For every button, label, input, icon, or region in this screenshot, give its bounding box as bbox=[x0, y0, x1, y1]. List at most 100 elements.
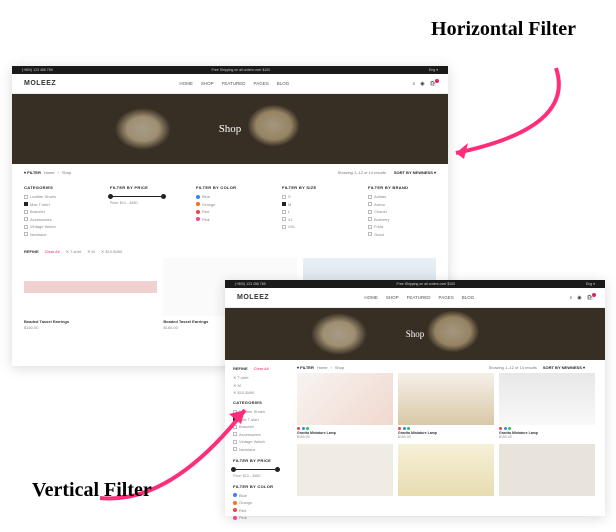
nav-shop[interactable]: SHOP bbox=[201, 81, 214, 86]
product-card[interactable]: Gravita Miniature Lamp $150.00 bbox=[499, 373, 595, 439]
promo-text: Free Shipping on all orders over $100 bbox=[397, 282, 456, 286]
nav-blog[interactable]: BLOG bbox=[462, 295, 475, 300]
navbar: MOLEEZ HOME SHOP FEATURED PAGES BLOG ⌕ ◉… bbox=[12, 74, 448, 94]
cat-item[interactable]: Accessories bbox=[24, 217, 92, 222]
filter-color: FILTER BY COLOR Blue Orange Red Pink bbox=[196, 185, 264, 239]
cat-item[interactable]: Leather Shoes bbox=[24, 194, 92, 199]
nav-blog[interactable]: BLOG bbox=[277, 81, 290, 86]
sort-dropdown[interactable]: SORT BY NEWNESS ▾ bbox=[394, 170, 436, 175]
product-image bbox=[499, 444, 595, 496]
refine-tag[interactable]: ✕ $10-$450 bbox=[101, 249, 122, 254]
brand-item[interactable]: Chanel bbox=[368, 209, 436, 214]
color-item[interactable]: Pink bbox=[196, 217, 264, 222]
user-icon[interactable]: ◉ bbox=[577, 295, 581, 301]
logo[interactable]: MOLEEZ bbox=[237, 294, 269, 301]
cat-item[interactable]: Vintage Watch bbox=[24, 224, 92, 229]
product-grid: Gravita Miniature Lamp $150.00 Gravita M… bbox=[297, 373, 595, 498]
nav-home[interactable]: HOME bbox=[364, 295, 378, 300]
product-card[interactable] bbox=[297, 444, 393, 498]
filter-toggle[interactable]: ▾ FILTER bbox=[24, 170, 41, 175]
lang-switch[interactable]: Eng ▾ bbox=[586, 282, 595, 286]
cat-item[interactable]: Necklace bbox=[24, 232, 92, 237]
label-horizontal-filter: Horizontal Filter bbox=[431, 18, 576, 41]
product-image bbox=[297, 373, 393, 425]
brand-item[interactable]: Adidas bbox=[368, 194, 436, 199]
crumb-home[interactable]: Home bbox=[44, 170, 55, 175]
nav-featured[interactable]: FEATURED bbox=[407, 295, 431, 300]
refine-label: REFINE bbox=[24, 249, 39, 254]
product-image bbox=[24, 258, 157, 316]
navbar: MOLEEZ HOME SHOP FEATURED PAGES BLOG ⌕ ◉… bbox=[225, 288, 605, 308]
search-icon[interactable]: ⌕ bbox=[412, 81, 415, 87]
clear-all[interactable]: Clear All bbox=[254, 366, 269, 371]
nav-links: HOME SHOP FEATURED PAGES BLOG bbox=[364, 295, 474, 300]
user-icon[interactable]: ◉ bbox=[420, 81, 424, 87]
size-item[interactable]: XL bbox=[282, 217, 350, 222]
price-slider[interactable] bbox=[110, 196, 164, 197]
filter-brand: FILTER BY BRAND Adidas Arena Chanel Burb… bbox=[368, 185, 436, 239]
brand-item[interactable]: Burberry bbox=[368, 217, 436, 222]
nav-home[interactable]: HOME bbox=[179, 81, 193, 86]
hero-title: Shop bbox=[219, 123, 242, 135]
product-card[interactable]: Gravita Miniature Lamp $150.00 bbox=[297, 373, 393, 439]
product-card[interactable] bbox=[499, 444, 595, 498]
brand-item[interactable]: Gucci bbox=[368, 232, 436, 237]
search-icon[interactable]: ⌕ bbox=[569, 295, 572, 301]
cat-item[interactable]: Max T-shirt bbox=[24, 202, 92, 207]
top-bar: (+800) 123 456 789 Free Shipping on all … bbox=[225, 280, 605, 288]
size-item[interactable]: L bbox=[282, 209, 350, 214]
filter-toggle[interactable]: ▾ FILTER bbox=[297, 365, 314, 370]
refine-tag[interactable]: ✕ T-shirt bbox=[233, 375, 289, 380]
result-count: Showing 1–12 of 14 results bbox=[338, 170, 386, 175]
result-count: Showing 1–12 of 14 results bbox=[489, 365, 537, 370]
hero-title: Shop bbox=[406, 329, 425, 339]
color-item[interactable]: Red bbox=[196, 209, 264, 214]
nav-links: HOME SHOP FEATURED PAGES BLOG bbox=[179, 81, 289, 86]
color-item[interactable]: Pink bbox=[233, 515, 289, 520]
top-bar: (+800) 123 456 789 Free Shipping on all … bbox=[12, 66, 448, 74]
color-item[interactable]: Blue bbox=[196, 194, 264, 199]
brand-item[interactable]: Frida bbox=[368, 224, 436, 229]
product-card[interactable]: Gravita Miniature Lamp $150.00 bbox=[398, 373, 494, 439]
filter-size: FILTER BY SIZE S M L XL XXL bbox=[282, 185, 350, 239]
phone: (+800) 123 456 789 bbox=[22, 68, 53, 72]
hero-banner: Shop bbox=[12, 94, 448, 164]
brand-item[interactable]: Arena bbox=[368, 202, 436, 207]
clear-all[interactable]: Clear All bbox=[45, 249, 60, 254]
cat-item[interactable]: Bracelet bbox=[24, 209, 92, 214]
cart-icon[interactable]: 🛍 bbox=[587, 295, 593, 301]
horizontal-filter-panel: CATEGORIES Leather Shoes Max T-shirt Bra… bbox=[12, 181, 448, 245]
label-vertical-filter: Vertical Filter bbox=[32, 479, 152, 502]
screenshot-vertical-filter: (+800) 123 456 789 Free Shipping on all … bbox=[225, 280, 605, 516]
product-card[interactable]: Beaded Tassel Earrings $150.00 bbox=[24, 258, 157, 330]
crumb-home[interactable]: Home bbox=[317, 365, 328, 370]
logo[interactable]: MOLEEZ bbox=[24, 80, 56, 87]
arrow-horizontal bbox=[426, 58, 586, 168]
product-image bbox=[398, 373, 494, 425]
refine-bar: REFINE Clear All ✕ T-shirt ✕ M ✕ $10-$45… bbox=[12, 245, 448, 258]
refine-tag[interactable]: ✕ M bbox=[87, 249, 95, 254]
refine-tag[interactable]: ✕ T-shirt bbox=[66, 249, 82, 254]
crumb-shop: Shop bbox=[62, 170, 71, 175]
filter-categories: CATEGORIES Leather Shoes Max T-shirt Bra… bbox=[24, 185, 92, 239]
crumb-shop: Shop bbox=[335, 365, 344, 370]
refine-label: REFINE bbox=[233, 366, 248, 371]
price-range-text: Price: $10 – $450 bbox=[110, 201, 178, 205]
promo-text: Free Shipping on all orders over $100 bbox=[212, 68, 271, 72]
filter-price: FILTER BY PRICE Price: $10 – $450 bbox=[110, 185, 178, 239]
phone: (+800) 123 456 789 bbox=[235, 282, 266, 286]
product-card[interactable] bbox=[398, 444, 494, 498]
sort-dropdown[interactable]: SORT BY NEWNESS ▾ bbox=[543, 365, 585, 370]
product-image bbox=[499, 373, 595, 425]
refine-tag[interactable]: ✕ M bbox=[233, 383, 289, 388]
hero-banner: Shop bbox=[225, 308, 605, 360]
product-image bbox=[297, 444, 393, 496]
nav-pages[interactable]: PAGES bbox=[439, 295, 454, 300]
nav-featured[interactable]: FEATURED bbox=[222, 81, 246, 86]
color-item[interactable]: Orange bbox=[196, 202, 264, 207]
size-item[interactable]: M bbox=[282, 202, 350, 207]
nav-pages[interactable]: PAGES bbox=[254, 81, 269, 86]
size-item[interactable]: XXL bbox=[282, 224, 350, 229]
nav-shop[interactable]: SHOP bbox=[386, 295, 399, 300]
size-item[interactable]: S bbox=[282, 194, 350, 199]
